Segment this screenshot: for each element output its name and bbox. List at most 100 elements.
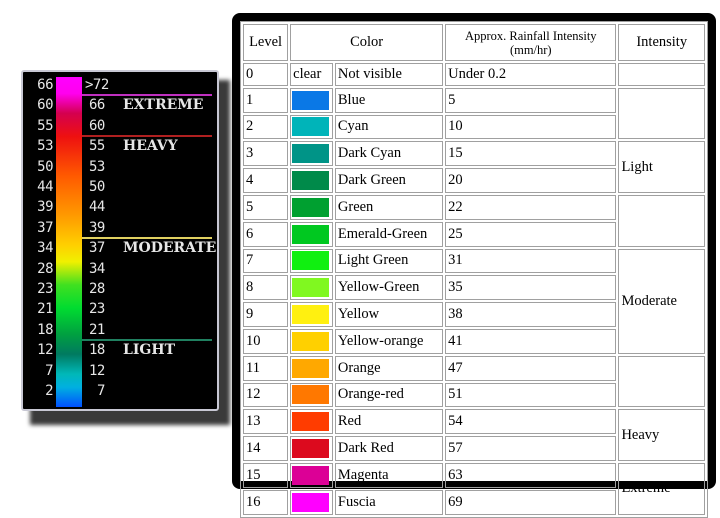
color-name-cell: Dark Cyan — [334, 141, 444, 167]
color-swatch — [292, 278, 330, 298]
rainfall-rate-cell: 31 — [445, 248, 617, 274]
legend-left-tick: 18 — [37, 321, 53, 338]
rainfall-table-container: Level Color Approx. Rainfall Intensity (… — [240, 21, 708, 518]
level-cell: 7 — [243, 248, 289, 274]
rainfall-rate-cell: 15 — [445, 141, 617, 167]
color-name-cell: Light Green — [334, 248, 444, 274]
color-swatch — [292, 144, 330, 164]
rainfall-rate-cell: 69 — [445, 489, 617, 515]
color-swatch-cell — [290, 328, 333, 354]
color-name-cell: Magenta — [334, 462, 444, 488]
intensity-cell: Light — [618, 141, 705, 193]
legend-left-tick: 23 — [37, 281, 53, 297]
legend-right-tick: 28 — [89, 281, 105, 297]
header-rainfall-unit: (mm/hr) — [509, 42, 552, 57]
legend-left-tick: 53 — [37, 138, 53, 155]
rainfall-rate-cell: 5 — [445, 87, 617, 113]
color-swatch — [292, 465, 330, 485]
color-name-cell: Yellow-Green — [334, 275, 444, 301]
level-cell: 4 — [243, 168, 289, 193]
level-cell: 2 — [243, 114, 289, 140]
legend-category-light: LIGHT — [123, 342, 175, 359]
rainfall-rate-cell: Under 0.2 — [445, 63, 617, 86]
color-name-cell: Yellow — [334, 302, 444, 327]
level-cell: 6 — [243, 221, 289, 247]
legend-separator-extreme — [82, 94, 212, 97]
color-swatch-cell — [290, 114, 333, 140]
color-swatch — [292, 331, 330, 351]
level-cell: 3 — [243, 141, 289, 167]
legend-right-tick: 37 — [89, 240, 105, 257]
color-swatch-cell — [290, 382, 333, 408]
legend-right-tick: 55 — [89, 138, 105, 155]
legend-left-tick: 7 — [45, 362, 53, 379]
legend-separator-moderate — [82, 237, 212, 240]
rainfall-rate-cell: 54 — [445, 409, 617, 435]
legend-right-tick: 53 — [89, 158, 105, 175]
rainfall-rate-cell: 47 — [445, 355, 617, 381]
color-swatch — [292, 358, 330, 378]
legend-right-tick: 39 — [89, 219, 105, 236]
radar-color-legend: 66 60 55 53 50 44 39 37 34 28 23 21 18 12 7 2 >72 66 60 55 5… — [21, 70, 219, 411]
table-row: 3 Dark Cyan 15 Light — [243, 141, 705, 193]
color-swatch-cell — [290, 436, 333, 461]
legend-right-tick: 7 — [97, 383, 105, 399]
legend-left-tick: 28 — [37, 260, 53, 277]
level-cell: 5 — [243, 194, 289, 220]
legend-left-tick: 66 — [37, 77, 53, 93]
legend-category-extreme: EXTREME — [123, 97, 204, 114]
table-row: 7 Light Green 31 Moderate — [243, 248, 705, 354]
legend-right-tick: >72 — [85, 77, 109, 93]
color-gradient-bar — [56, 77, 82, 407]
color-swatch — [292, 412, 330, 432]
legend-left-tick: 39 — [37, 199, 53, 216]
legend-left-tick: 50 — [37, 158, 53, 175]
legend-right-tick: 34 — [89, 260, 105, 277]
color-swatch — [292, 117, 330, 137]
level-cell: 11 — [243, 355, 289, 381]
color-name-cell: Cyan — [334, 114, 444, 140]
legend-right-tick: 66 — [89, 97, 105, 114]
color-name-cell: Dark Green — [334, 168, 444, 193]
color-name-cell: Orange — [334, 355, 444, 381]
level-cell: 14 — [243, 436, 289, 461]
rainfall-rate-cell: 38 — [445, 302, 617, 327]
rainfall-intensity-table: Level Color Approx. Rainfall Intensity (… — [240, 21, 708, 518]
legend-right-tick: 12 — [89, 362, 105, 379]
color-swatch — [292, 224, 330, 244]
color-name-cell: Emerald-Green — [334, 221, 444, 247]
legend-left-tick: 12 — [37, 342, 53, 359]
level-cell: 1 — [243, 87, 289, 113]
color-swatch-cell — [290, 248, 333, 274]
color-swatch-cell — [290, 462, 333, 488]
table-header-row: Level Color Approx. Rainfall Intensity (… — [243, 24, 705, 61]
rainfall-rate-cell: 20 — [445, 168, 617, 193]
color-swatch-cell — [290, 489, 333, 515]
header-rainfall-title: Approx. Rainfall Intensity — [464, 28, 597, 43]
color-name-cell: Green — [334, 194, 444, 220]
color-swatch-cell: clear — [290, 63, 333, 86]
table-row: 0 clear Not visible Under 0.2 — [243, 63, 705, 86]
intensity-cell — [618, 194, 705, 247]
rainfall-rate-cell: 35 — [445, 275, 617, 301]
color-swatch — [292, 492, 330, 512]
level-cell: 10 — [243, 328, 289, 354]
legend-left-tick: 55 — [37, 117, 53, 134]
rainfall-rate-cell: 63 — [445, 462, 617, 488]
level-cell: 12 — [243, 382, 289, 408]
color-swatch — [292, 305, 330, 325]
legend-right-tick: 60 — [89, 117, 105, 134]
intensity-cell: Moderate — [618, 248, 705, 354]
color-swatch-cell — [290, 141, 333, 167]
header-rainfall: Approx. Rainfall Intensity (mm/hr) — [445, 24, 617, 61]
legend-left-tick: 60 — [37, 97, 53, 114]
level-cell: 0 — [243, 63, 289, 86]
color-swatch — [292, 385, 330, 405]
header-level: Level — [243, 24, 289, 61]
header-color: Color — [290, 24, 444, 61]
color-swatch-cell — [290, 409, 333, 435]
rainfall-rate-cell: 41 — [445, 328, 617, 354]
legend-right-tick: 23 — [89, 301, 105, 318]
table-row: 1 Blue 5 — [243, 87, 705, 140]
legend-category-moderate: MODERATE — [123, 240, 217, 257]
